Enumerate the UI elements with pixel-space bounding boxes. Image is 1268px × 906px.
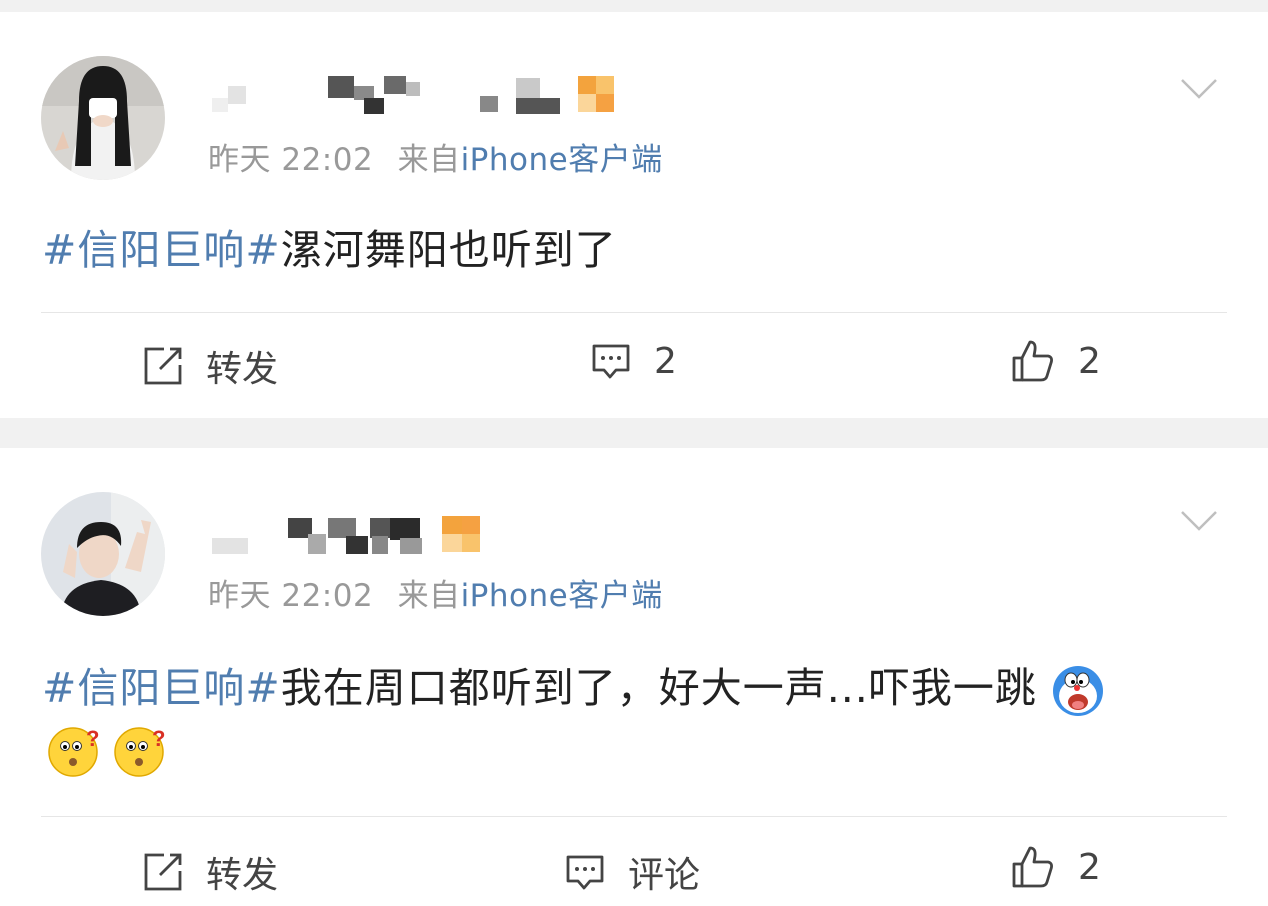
post-text: #信阳巨响#漯河舞阳也听到了 <box>42 216 617 276</box>
repost-button[interactable]: 转发 <box>142 340 278 392</box>
comment-label: 评论 <box>628 855 701 896</box>
avatar[interactable] <box>41 492 165 616</box>
chevron-down-icon[interactable] <box>1180 510 1218 532</box>
avatar[interactable] <box>41 56 165 180</box>
hashtag-link[interactable]: #信阳巨响# <box>42 664 281 712</box>
vip-badge <box>578 76 596 94</box>
like-icon <box>1012 340 1053 382</box>
divider <box>41 312 1227 313</box>
source-prefix: 来自 <box>397 142 461 178</box>
comment-button[interactable]: 2 <box>590 340 677 382</box>
repost-label: 转发 <box>206 855 279 896</box>
post-body: 漯河舞阳也听到了 <box>280 226 617 274</box>
emoji-row: ? ? <box>46 724 168 778</box>
like-button[interactable]: 2 <box>1010 338 1101 384</box>
svg-text:?: ? <box>152 726 165 751</box>
hashtag-link[interactable]: #信阳巨响# <box>42 226 281 274</box>
timestamp: 昨天 22:02 <box>208 578 374 614</box>
source-client[interactable]: iPhone客户端 <box>461 578 663 614</box>
repost-label: 转发 <box>206 349 279 390</box>
post-card: 昨天 22:02 来自iPhone客户端 #信阳巨响#漯河舞阳也听到了 转发 2… <box>0 12 1268 418</box>
confused-emoji: ? <box>48 726 99 777</box>
post-meta: 昨天 22:02 来自iPhone客户端 <box>208 134 663 179</box>
source-client[interactable]: iPhone客户端 <box>461 142 663 178</box>
post-card: 昨天 22:02 来自iPhone客户端 #信阳巨响#我在周口都听到了，好大一声… <box>0 448 1268 906</box>
svg-text:?: ? <box>86 726 99 751</box>
vip-badge <box>442 516 462 534</box>
timestamp: 昨天 22:02 <box>208 142 374 178</box>
post-text: #信阳巨响#我在周口都听到了，好大一声...吓我一跳 <box>42 654 1105 718</box>
confused-emoji: ? <box>114 726 165 777</box>
comment-icon <box>592 344 630 379</box>
comment-icon <box>566 855 604 890</box>
like-count: 2 <box>1078 846 1101 888</box>
like-icon <box>1012 846 1053 888</box>
doraemon-emoji <box>1052 666 1103 716</box>
chevron-down-icon[interactable] <box>1180 78 1218 100</box>
post-body: 我在周口都听到了，好大一声...吓我一跳 <box>280 664 1037 712</box>
repost-icon <box>144 347 182 385</box>
post-meta: 昨天 22:02 来自iPhone客户端 <box>208 570 663 615</box>
username[interactable] <box>212 76 622 116</box>
username[interactable] <box>212 516 512 556</box>
comment-button[interactable]: 评论 <box>564 846 700 898</box>
divider <box>41 816 1227 817</box>
repost-icon <box>144 853 182 891</box>
like-count: 2 <box>1078 340 1101 382</box>
comment-count: 2 <box>654 340 677 382</box>
repost-button[interactable]: 转发 <box>142 846 278 898</box>
like-button[interactable]: 2 <box>1010 844 1101 890</box>
source-prefix: 来自 <box>397 578 461 614</box>
